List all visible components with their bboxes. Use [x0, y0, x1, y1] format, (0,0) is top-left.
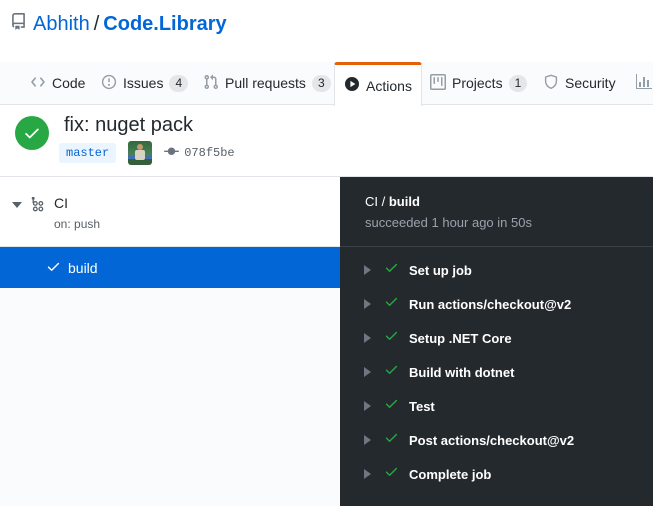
git-pull-request-icon — [203, 74, 219, 93]
pull-requests-counter: 3 — [312, 75, 331, 92]
tab-issues-label: Issues — [123, 75, 163, 91]
chevron-down-icon[interactable] — [12, 202, 22, 208]
graph-icon — [636, 74, 652, 93]
branch-badge[interactable]: master — [59, 143, 116, 163]
project-icon — [430, 74, 446, 93]
check-icon — [384, 328, 399, 348]
issues-counter: 4 — [169, 75, 188, 92]
check-icon — [46, 259, 61, 277]
issue-opened-icon — [101, 74, 117, 93]
step-label: Complete job — [409, 467, 491, 482]
chevron-right-icon[interactable] — [364, 299, 371, 309]
actions-run-content: CI on: push build CI / build succeeded 1… — [0, 177, 653, 506]
check-icon — [384, 294, 399, 314]
check-icon — [384, 362, 399, 382]
check-icon — [384, 430, 399, 450]
repo-icon — [10, 13, 27, 36]
step-row-test[interactable]: Test — [340, 389, 653, 423]
run-header: fix: nuget pack master 078f5be — [0, 106, 653, 177]
commit-sha: 078f5be — [184, 146, 234, 160]
workflow-sidebar: CI on: push build — [0, 177, 340, 506]
job-status-line: succeeded 1 hour ago in 50s — [365, 215, 532, 230]
run-status-success-icon — [15, 116, 49, 150]
tab-issues[interactable]: Issues 4 — [101, 62, 188, 104]
check-icon — [384, 464, 399, 484]
step-row-complete-job[interactable]: Complete job — [340, 457, 653, 491]
run-meta: master 078f5be — [59, 141, 235, 165]
commit-link[interactable]: 078f5be — [164, 144, 234, 163]
tab-code[interactable]: Code — [30, 62, 85, 104]
workflow-expander[interactable]: CI on: push — [0, 177, 340, 247]
run-title: fix: nuget pack — [64, 114, 193, 137]
job-breadcrumb-prefix: CI / — [365, 194, 389, 209]
tab-actions-label: Actions — [366, 78, 412, 94]
code-icon — [30, 74, 46, 93]
step-label: Set up job — [409, 263, 472, 278]
chevron-right-icon[interactable] — [364, 401, 371, 411]
tab-pull-requests[interactable]: Pull requests 3 — [203, 62, 331, 104]
job-panel-header: CI / build succeeded 1 hour ago in 50s — [340, 177, 653, 247]
step-row-checkout[interactable]: Run actions/checkout@v2 — [340, 287, 653, 321]
chevron-right-icon[interactable] — [364, 333, 371, 343]
job-name: build — [68, 260, 98, 276]
git-commit-icon — [164, 144, 179, 163]
step-label: Setup .NET Core — [409, 331, 512, 346]
step-label: Build with dotnet — [409, 365, 514, 380]
tab-security[interactable]: Security — [543, 62, 616, 104]
repo-tabnav: Code Issues 4 Pull requests 3 Actions Pr… — [0, 62, 653, 105]
chevron-right-icon[interactable] — [364, 265, 371, 275]
shield-icon — [543, 74, 559, 93]
tab-actions[interactable]: Actions — [334, 62, 422, 106]
workflow-name: CI — [54, 195, 68, 211]
repo-name-link[interactable]: Code.Library — [103, 13, 226, 36]
job-breadcrumb: CI / build — [365, 194, 420, 209]
repo-owner-link[interactable]: Abhith — [33, 13, 90, 36]
chevron-right-icon[interactable] — [364, 469, 371, 479]
projects-counter: 1 — [509, 75, 528, 92]
step-label: Test — [409, 399, 435, 414]
workflow-trigger: on: push — [54, 217, 100, 231]
check-icon — [384, 260, 399, 280]
step-row-setup-dotnet[interactable]: Setup .NET Core — [340, 321, 653, 355]
check-icon — [384, 396, 399, 416]
step-label: Run actions/checkout@v2 — [409, 297, 571, 312]
committer-avatar[interactable] — [128, 141, 152, 165]
job-breadcrumb-name: build — [389, 194, 420, 209]
step-row-post-checkout[interactable]: Post actions/checkout@v2 — [340, 423, 653, 457]
tab-insights[interactable] — [636, 62, 652, 104]
step-label: Post actions/checkout@v2 — [409, 433, 574, 448]
repo-header: Abhith / Code.Library — [10, 13, 227, 36]
chevron-right-icon[interactable] — [364, 367, 371, 377]
steps-list: Set up job Run actions/checkout@v2 Setup… — [340, 248, 653, 491]
tab-projects[interactable]: Projects 1 — [430, 62, 527, 104]
chevron-right-icon[interactable] — [364, 435, 371, 445]
step-row-setup-job[interactable]: Set up job — [340, 253, 653, 287]
job-item-build[interactable]: build — [0, 247, 340, 288]
tab-code-label: Code — [52, 75, 85, 91]
repo-separator: / — [94, 13, 100, 36]
job-log-panel: CI / build succeeded 1 hour ago in 50s S… — [340, 177, 653, 506]
step-row-build[interactable]: Build with dotnet — [340, 355, 653, 389]
tab-pull-requests-label: Pull requests — [225, 75, 306, 91]
workflow-icon — [30, 196, 47, 218]
tab-projects-label: Projects — [452, 75, 503, 91]
tab-security-label: Security — [565, 75, 616, 91]
play-icon — [344, 76, 360, 95]
